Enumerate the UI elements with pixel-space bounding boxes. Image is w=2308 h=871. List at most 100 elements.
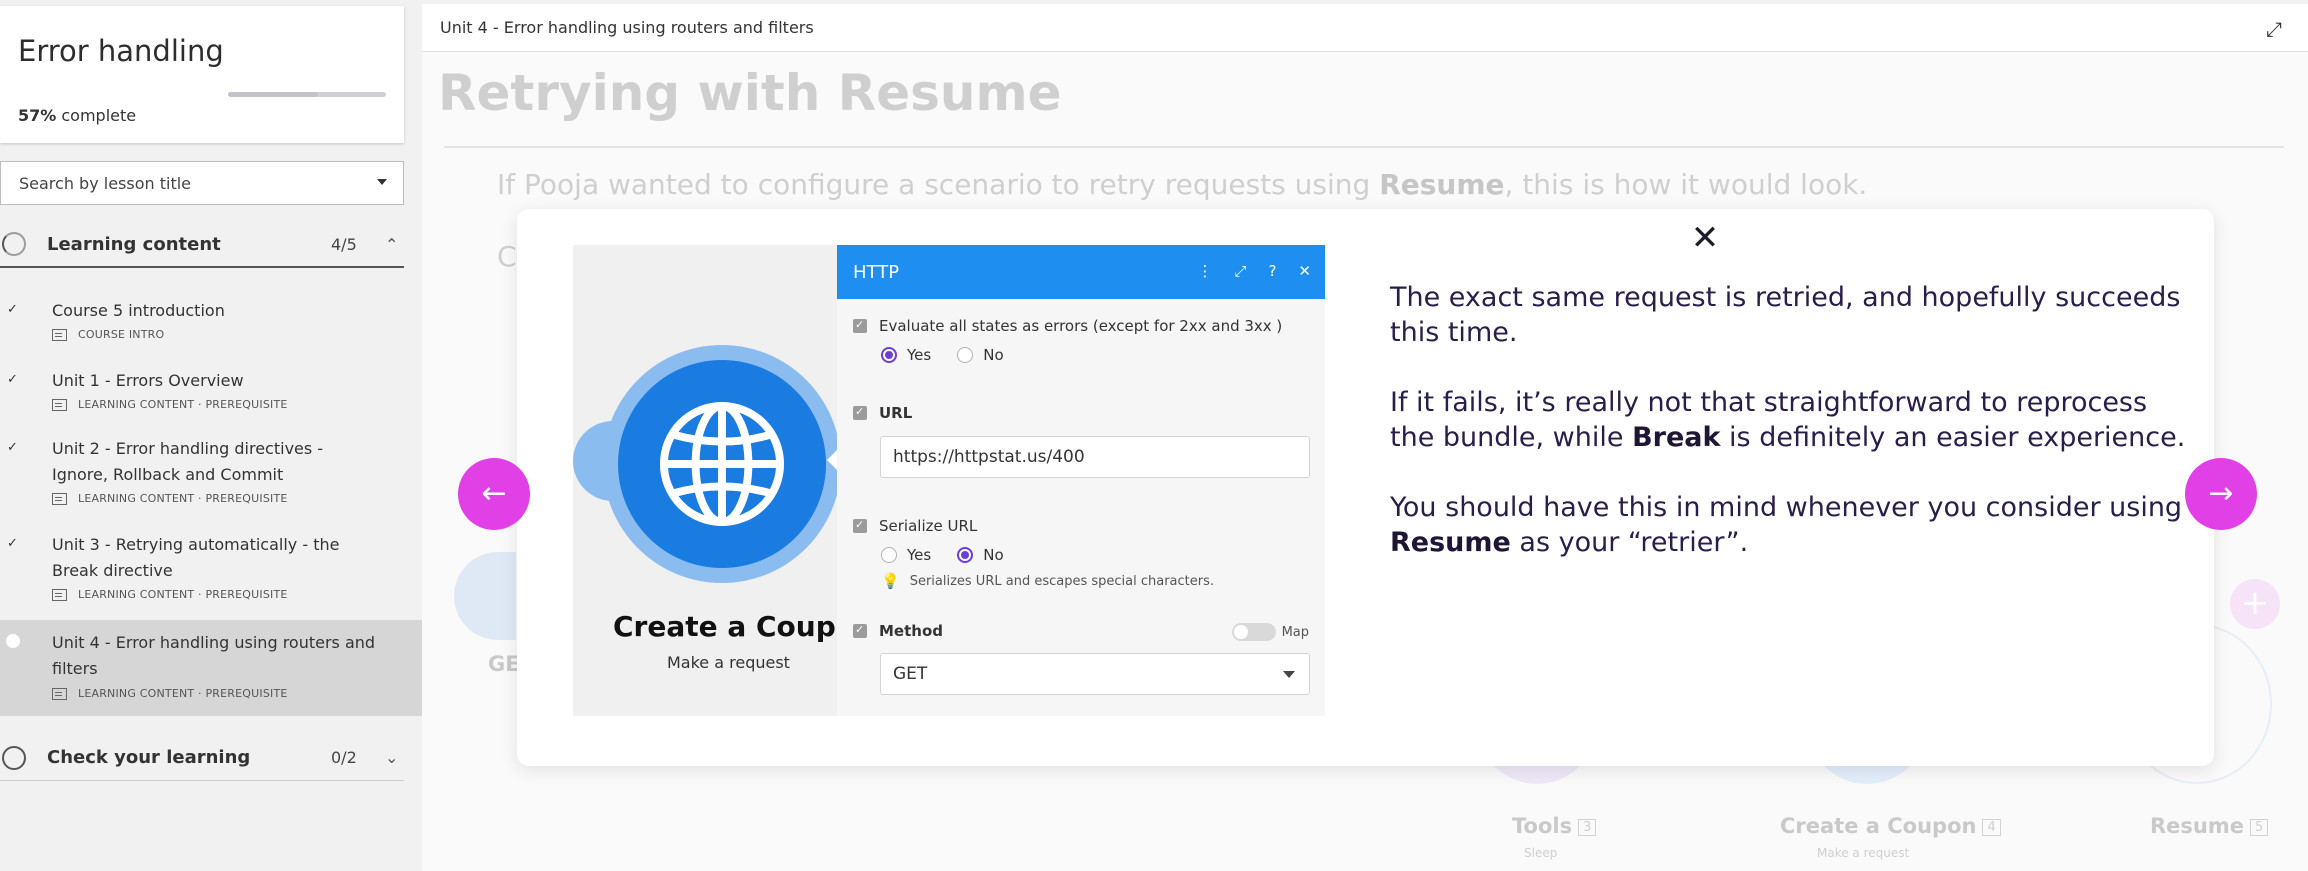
- help-icon[interactable]: ?: [1268, 262, 1276, 280]
- document-icon: [52, 328, 67, 341]
- radio-no[interactable]: [957, 347, 974, 363]
- method-label: Method: [879, 622, 943, 640]
- plus-icon[interactable]: +: [2230, 579, 2280, 629]
- more-options-icon[interactable]: ⋮: [1197, 262, 1212, 280]
- section-label: Check your learning: [47, 747, 251, 768]
- lesson-meta: COURSE INTRO: [52, 328, 164, 341]
- radio-yes[interactable]: [881, 547, 897, 563]
- para-bold: Break: [1632, 422, 1721, 453]
- module-subtitle: Make a request: [667, 653, 790, 672]
- section-label: Learning content: [47, 233, 221, 255]
- field-checkbox[interactable]: [853, 318, 867, 333]
- field-checkbox[interactable]: [853, 518, 867, 533]
- serialize-hint-text: Serializes URL and escapes special chara…: [909, 573, 1215, 589]
- chevron-down-icon[interactable]: ⌄: [385, 748, 398, 767]
- previous-slide-button[interactable]: ←: [458, 458, 530, 530]
- radio-yes-label: Yes: [907, 546, 932, 564]
- clock-module-icon: [454, 552, 516, 640]
- evaluate-errors-label: Evaluate all states as errors (except fo…: [879, 317, 1283, 335]
- serialize-hint: 💡 Serializes URL and escapes special cha…: [881, 572, 1214, 590]
- para-text: You should have this in mind whenever yo…: [1390, 492, 2183, 523]
- lesson-item-unit-2[interactable]: ✓ Unit 2 - Error handling directives - I…: [0, 436, 422, 512]
- lightbulb-icon: 💡: [881, 572, 900, 590]
- radio-no-label: No: [983, 346, 1004, 364]
- lesson-item-course-intro[interactable]: ✓ Course 5 introduction COURSE INTRO: [0, 298, 422, 348]
- method-select[interactable]: GET: [880, 653, 1310, 695]
- lesson-meta: LEARNING CONTENT · PREREQUISITE: [52, 398, 288, 411]
- content-icon: [52, 687, 67, 700]
- maximize-icon[interactable]: ⤢: [1234, 262, 1246, 280]
- globe-icon: [659, 401, 785, 527]
- lesson-meta-text: COURSE INTRO: [78, 328, 165, 341]
- explanation-text: The exact same request is retried, and h…: [1390, 280, 2190, 595]
- lesson-meta: LEARNING CONTENT · PREREQUISITE: [52, 588, 288, 601]
- method-select-value: GET: [893, 664, 928, 684]
- course-sidebar: Error handling 57% complete Search by le…: [0, 0, 422, 871]
- http-settings-panel: HTTP ⋮ ⤢ ? ✕ Evaluate all states as erro…: [827, 245, 1325, 716]
- para-text: as your “retrier”.: [1510, 527, 1749, 558]
- lesson-search-placeholder: Search by lesson title: [19, 173, 192, 193]
- serialize-url-label: Serialize URL: [879, 517, 978, 535]
- explanation-paragraph-2: If it fails, it’s really not that straig…: [1390, 385, 2190, 455]
- serialize-url-radios: Yes No: [881, 546, 1030, 564]
- module-preview: Create a Coupon Make a request: [573, 245, 875, 716]
- content-icon: [52, 588, 67, 601]
- evaluate-errors-radios: Yes No: [881, 346, 1030, 364]
- lesson-search-select[interactable]: Search by lesson title: [0, 161, 404, 205]
- lesson-meta-text: LEARNING CONTENT · PREREQUISITE: [78, 492, 288, 505]
- lesson-item-unit-1[interactable]: ✓ Unit 1 - Errors Overview LEARNING CONT…: [0, 368, 422, 418]
- radio-no[interactable]: [957, 547, 974, 563]
- lesson-title: Unit 1 - Errors Overview: [52, 371, 244, 390]
- close-icon[interactable]: ✕: [1298, 262, 1311, 280]
- method-field-label: Method: [853, 622, 943, 640]
- lesson-meta-text: LEARNING CONTENT · PREREQUISITE: [78, 398, 288, 411]
- check-icon: ✓: [7, 536, 18, 551]
- lesson-meta: LEARNING CONTENT · PREREQUISITE: [52, 492, 288, 505]
- lesson-meta-text: LEARNING CONTENT · PREREQUISITE: [78, 588, 288, 601]
- evaluate-errors-field: Evaluate all states as errors (except fo…: [853, 317, 1282, 335]
- lesson-meta: LEARNING CONTENT · PREREQUISITE: [52, 687, 288, 700]
- toggle-switch[interactable]: [1231, 623, 1276, 641]
- url-field-label: URL: [853, 404, 912, 422]
- lesson-item-unit-4-active[interactable]: Unit 4 - Error handling using routers an…: [0, 620, 422, 716]
- section-progress-circle-icon: [2, 745, 26, 770]
- progress-bar-fill: [228, 92, 319, 97]
- lesson-title: Unit 4 - Error handling using routers an…: [52, 633, 376, 678]
- map-toggle[interactable]: Map: [1231, 623, 1309, 641]
- next-slide-button[interactable]: →: [2185, 458, 2257, 530]
- resume-module-label: Resume 5: [2150, 814, 2269, 838]
- panel-pointer: [827, 450, 837, 470]
- section-progress-circle-icon: [2, 232, 26, 256]
- field-checkbox[interactable]: [853, 405, 867, 420]
- resume-module-name: Resume: [2150, 814, 2244, 838]
- caret-down-icon: [377, 179, 387, 185]
- lesson-title: Unit 2 - Error handling directives - Ign…: [52, 439, 324, 484]
- check-icon: ✓: [7, 440, 18, 455]
- para-bold: Resume: [1390, 527, 1511, 558]
- caret-down-icon: [1283, 671, 1295, 678]
- coupon-module-sub: Make a request: [1817, 846, 1910, 860]
- close-overlay-button[interactable]: ✕: [1686, 219, 1724, 257]
- lesson-item-unit-3[interactable]: ✓ Unit 3 - Retrying automatically - the …: [0, 532, 422, 608]
- section-count: 0/2: [331, 748, 357, 767]
- section-count: 4/5: [331, 234, 357, 254]
- course-title: Error handling: [18, 34, 224, 68]
- section-check-your-learning[interactable]: Check your learning 0/2 ⌄: [0, 735, 404, 781]
- content-icon: [52, 492, 67, 505]
- progress-text: 57% complete: [18, 106, 136, 125]
- http-panel-actions: ⋮ ⤢ ? ✕: [1197, 262, 1311, 280]
- bg-module-label: GE: [488, 652, 520, 676]
- chevron-up-icon[interactable]: ⌃: [385, 235, 398, 254]
- tools-module-label: Tools 3: [1512, 814, 1597, 838]
- module-title: Create a Coupon: [613, 610, 875, 643]
- progress-value: 57%: [18, 106, 57, 125]
- field-checkbox[interactable]: [853, 623, 867, 638]
- radio-yes-label: Yes: [907, 346, 932, 364]
- tools-module-name: Tools: [1512, 814, 1573, 838]
- coupon-module-label: Create a Coupon 4: [1780, 814, 2001, 838]
- radio-yes[interactable]: [881, 347, 897, 363]
- lesson-title: Unit 3 - Retrying automatically - the Br…: [52, 535, 340, 580]
- section-learning-content[interactable]: Learning content 4/5 ⌃: [0, 222, 404, 268]
- radio-no-label: No: [983, 546, 1004, 564]
- url-input[interactable]: https://httpstat.us/400: [880, 436, 1310, 478]
